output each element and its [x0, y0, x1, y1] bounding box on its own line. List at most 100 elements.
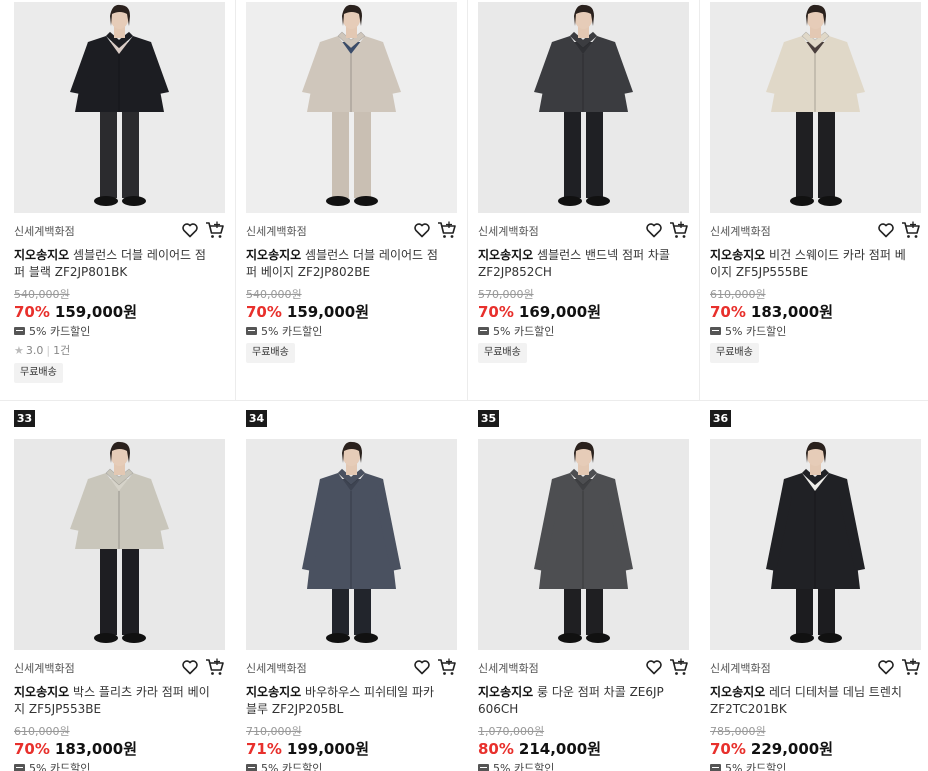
card-discount-text: 5% 카드할인: [725, 325, 787, 338]
card-icon: [710, 327, 721, 335]
product-card[interactable]: 신세계백화점 지오송지오 셈블런스 밴드넥 점퍼 차콜 ZF2JP852CH 57…: [478, 0, 689, 395]
free-shipping-tag: 무료배송: [14, 363, 63, 383]
cart-icon[interactable]: [669, 658, 689, 676]
brand-name: 지오송지오: [710, 685, 766, 699]
store-row: 신세계백화점: [246, 221, 457, 239]
product-image[interactable]: [478, 2, 689, 213]
store-name: 신세계백화점: [246, 662, 307, 675]
heart-icon[interactable]: [413, 221, 431, 239]
product-title[interactable]: 지오송지오 비건 스웨이드 카라 점퍼 베이지 ZF5JP555BE: [710, 247, 910, 281]
store-row: 신세계백화점: [710, 221, 921, 239]
sale-price: 214,000원: [518, 740, 602, 758]
card-icon: [14, 764, 25, 771]
card-discount: 5% 카드할인: [14, 323, 90, 339]
card-discount: 5% 카드할인: [246, 760, 322, 771]
original-price: 785,000원: [710, 725, 766, 738]
cart-icon[interactable]: [669, 221, 689, 239]
card-icon: [246, 327, 257, 335]
row-divider: [0, 400, 928, 401]
store-row: 신세계백화점: [710, 658, 921, 676]
product-image[interactable]: [710, 2, 921, 213]
free-shipping-tag: 무료배송: [478, 343, 527, 363]
heart-icon[interactable]: [181, 658, 199, 676]
discount-rate: 71%: [246, 740, 282, 758]
product-card[interactable]: 신세계백화점 지오송지오 비건 스웨이드 카라 점퍼 베이지 ZF5JP555B…: [710, 0, 921, 395]
product-image[interactable]: [478, 439, 689, 650]
product-image[interactable]: [246, 439, 457, 650]
cart-icon[interactable]: [437, 658, 457, 676]
cart-icon[interactable]: [901, 658, 921, 676]
discount-rate: 70%: [14, 740, 50, 758]
card-discount: 5% 카드할인: [478, 323, 554, 339]
heart-icon[interactable]: [877, 658, 895, 676]
product-image[interactable]: [14, 439, 225, 650]
original-price: 1,070,000원: [478, 725, 545, 738]
heart-icon[interactable]: [645, 658, 663, 676]
product-image[interactable]: [246, 2, 457, 213]
product-card[interactable]: 신세계백화점 지오송지오 셈블런스 더블 레이어드 점퍼 블랙 ZF2JP801…: [14, 0, 225, 395]
product-image[interactable]: [14, 2, 225, 213]
store-row: 신세계백화점: [246, 658, 457, 676]
card-icon: [478, 327, 489, 335]
card-discount-text: 5% 카드할인: [29, 762, 91, 771]
original-price: 540,000원: [14, 288, 70, 301]
cart-icon[interactable]: [437, 221, 457, 239]
store-name: 신세계백화점: [478, 225, 539, 238]
product-title[interactable]: 지오송지오 셈블런스 더블 레이어드 점퍼 블랙 ZF2JP801BK: [14, 247, 214, 281]
heart-icon[interactable]: [645, 221, 663, 239]
product-card[interactable]: 35 신세계백화점 지오송지오 룽 다운 점퍼 차콜 ZE6JP 606CH 1,…: [478, 410, 689, 771]
card-discount-text: 5% 카드할인: [261, 762, 323, 771]
heart-icon[interactable]: [413, 658, 431, 676]
product-grid: 신세계백화점 지오송지오 셈블런스 더블 레이어드 점퍼 블랙 ZF2JP801…: [0, 0, 928, 771]
product-card[interactable]: 33 신세계백화점 지오송지오 박스 플리츠 카라 점퍼 베이지 ZF5JP55…: [14, 410, 225, 771]
store-name: 신세계백화점: [14, 662, 75, 675]
heart-icon[interactable]: [181, 221, 199, 239]
store-name: 신세계백화점: [710, 662, 771, 675]
product-title[interactable]: 지오송지오 박스 플리츠 카라 점퍼 베이지 ZF5JP553BE: [14, 684, 214, 718]
free-shipping-tag: 무료배송: [246, 343, 295, 363]
sale-price: 229,000원: [750, 740, 834, 758]
star-icon: ★: [14, 344, 24, 357]
cart-icon[interactable]: [205, 221, 225, 239]
card-discount: 5% 카드할인: [478, 760, 554, 771]
price-row: 70% 169,000원: [478, 301, 601, 322]
column-divider: [467, 0, 468, 400]
product-card[interactable]: 36 신세계백화점 지오송지오 레더 디테처블 데님 트렌치 ZF2TC201B…: [710, 410, 921, 771]
brand-name: 지오송지오: [14, 248, 70, 262]
store-row: 신세계백화점: [478, 658, 689, 676]
price-row: 80% 214,000원: [478, 738, 601, 759]
store-name: 신세계백화점: [246, 225, 307, 238]
discount-rate: 70%: [14, 303, 50, 321]
price-row: 71% 199,000원: [246, 738, 369, 759]
sale-price: 159,000원: [54, 303, 138, 321]
card-discount-text: 5% 카드할인: [29, 325, 91, 338]
card-icon: [14, 327, 25, 335]
discount-rate: 70%: [478, 303, 514, 321]
price-row: 70% 183,000원: [14, 738, 137, 759]
column-divider: [235, 0, 236, 400]
heart-icon[interactable]: [877, 221, 895, 239]
sale-price: 199,000원: [286, 740, 370, 758]
product-image[interactable]: [710, 439, 921, 650]
cart-icon[interactable]: [901, 221, 921, 239]
product-card[interactable]: 34 신세계백화점 지오송지오 바우하우스 피쉬테일 파카 블루 ZF2JP20…: [246, 410, 457, 771]
sale-price: 183,000원: [54, 740, 138, 758]
cart-icon[interactable]: [205, 658, 225, 676]
product-title[interactable]: 지오송지오 레더 디테처블 데님 트렌치 ZF2TC201BK: [710, 684, 910, 718]
product-title[interactable]: 지오송지오 룽 다운 점퍼 차콜 ZE6JP 606CH: [478, 684, 678, 718]
card-discount-text: 5% 카드할인: [725, 762, 787, 771]
product-title[interactable]: 지오송지오 바우하우스 피쉬테일 파카 블루 ZF2JP205BL: [246, 684, 446, 718]
original-price: 610,000원: [710, 288, 766, 301]
sale-price: 169,000원: [518, 303, 602, 321]
discount-rate: 70%: [710, 740, 746, 758]
product-title[interactable]: 지오송지오 셈블런스 더블 레이어드 점퍼 베이지 ZF2JP802BE: [246, 247, 446, 281]
card-discount-text: 5% 카드할인: [493, 325, 555, 338]
product-title[interactable]: 지오송지오 셈블런스 밴드넥 점퍼 차콜 ZF2JP852CH: [478, 247, 678, 281]
rank-badge: 34: [246, 410, 267, 427]
card-icon: [478, 764, 489, 771]
discount-rate: 70%: [710, 303, 746, 321]
product-card[interactable]: 신세계백화점 지오송지오 셈블런스 더블 레이어드 점퍼 베이지 ZF2JP80…: [246, 0, 457, 395]
price-row: 70% 159,000원: [14, 301, 137, 322]
sale-price: 183,000원: [750, 303, 834, 321]
discount-rate: 70%: [246, 303, 282, 321]
